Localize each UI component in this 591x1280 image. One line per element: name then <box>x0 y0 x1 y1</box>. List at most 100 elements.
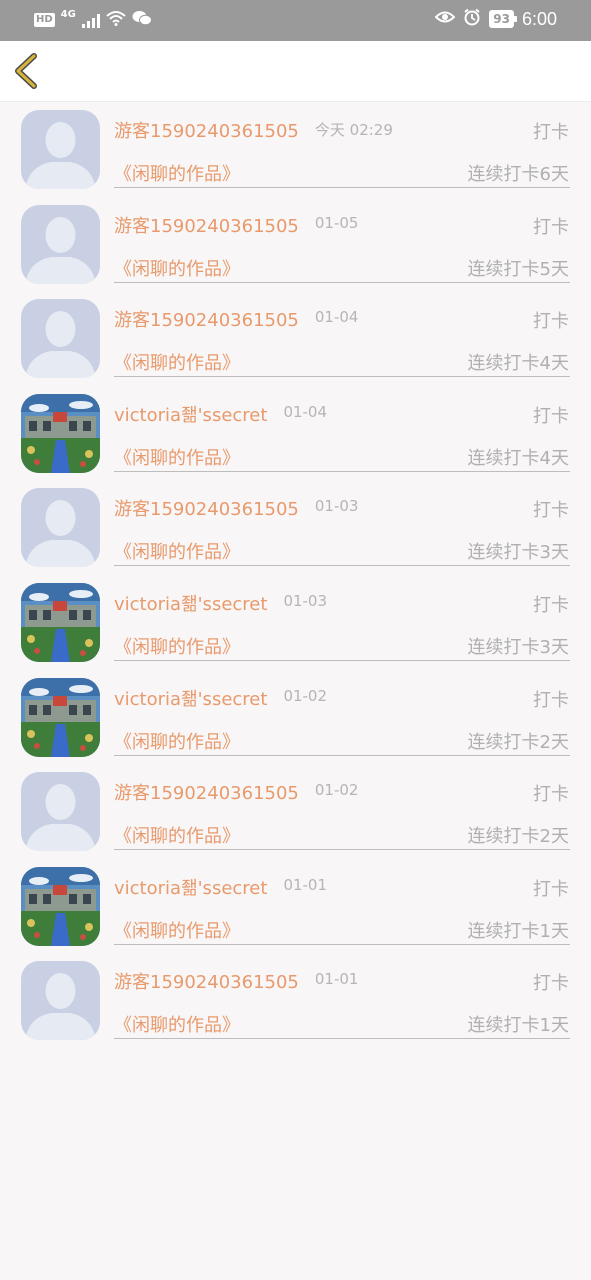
default-avatar-icon <box>21 961 100 1041</box>
user-name: victoria좲'ssecret <box>114 877 268 899</box>
checkin-date: 01-02 <box>314 781 359 800</box>
list-item[interactable]: 游客1590240361505 01-03 打卡 《闲聊的作品》 连续打卡3天 <box>0 480 591 575</box>
divider <box>114 659 570 661</box>
work-title[interactable]: 《闲聊的作品》 <box>114 538 240 564</box>
user-photo-avatar <box>21 393 100 473</box>
user-name: 游客1590240361505 <box>114 215 299 237</box>
work-title[interactable]: 《闲聊的作品》 <box>114 349 240 375</box>
work-title[interactable]: 《闲聊的作品》 <box>114 255 240 281</box>
checkin-label: 打卡 <box>533 311 569 333</box>
list-item[interactable]: victoria좲'ssecret 01-01 打卡 《闲聊的作品》 连续打卡1… <box>0 859 591 954</box>
streak-count: 连续打卡3天 <box>467 542 569 564</box>
default-avatar-icon <box>21 488 100 568</box>
list-item[interactable]: victoria좲'ssecret 01-02 打卡 《闲聊的作品》 连续打卡2… <box>0 670 591 765</box>
wechat-icon <box>132 10 152 30</box>
battery-indicator: 93 <box>489 10 517 28</box>
work-title[interactable]: 《闲聊的作品》 <box>114 633 240 659</box>
list-item[interactable]: 游客1590240361505 01-04 打卡 《闲聊的作品》 连续打卡4天 <box>0 291 591 386</box>
streak-count: 连续打卡2天 <box>467 826 569 848</box>
work-title[interactable]: 《闲聊的作品》 <box>114 1011 240 1037</box>
eye-icon <box>434 9 456 29</box>
default-avatar[interactable] <box>21 204 100 284</box>
default-avatar[interactable] <box>21 772 100 852</box>
list-item[interactable]: 游客1590240361505 01-01 打卡 《闲聊的作品》 连续打卡1天 <box>0 953 591 1048</box>
checkin-date: 01-02 <box>283 686 328 705</box>
work-title[interactable]: 《闲聊的作品》 <box>114 444 240 470</box>
streak-count: 连续打卡4天 <box>467 353 569 375</box>
streak-count: 连续打卡1天 <box>467 1015 569 1037</box>
user-name: 游客1590240361505 <box>114 121 299 142</box>
divider <box>114 470 570 472</box>
signal-icon <box>81 12 100 28</box>
streak-count: 连续打卡1天 <box>467 920 569 942</box>
status-bar: HD 4G 93 6:00 <box>0 0 591 41</box>
checkin-date: 01-05 <box>314 213 359 232</box>
user-photo-avatar <box>21 866 100 946</box>
checkin-label: 打卡 <box>533 973 569 995</box>
checkin-label: 打卡 <box>533 689 569 711</box>
list-item[interactable]: victoria좲'ssecret 01-03 打卡 《闲聊的作品》 连续打卡3… <box>0 575 591 670</box>
checkin-date: 01-01 <box>314 970 359 989</box>
checkin-label: 打卡 <box>533 878 569 900</box>
status-left: HD 4G <box>34 9 152 30</box>
user-photo-avatar <box>21 677 100 757</box>
user-name: victoria좲'ssecret <box>114 593 268 615</box>
user-photo[interactable] <box>21 393 100 473</box>
status-time: 6:00 <box>521 8 557 29</box>
work-title[interactable]: 《闲聊的作品》 <box>114 917 240 943</box>
list-item[interactable]: victoria좲'ssecret 01-04 打卡 《闲聊的作品》 连续打卡4… <box>0 386 591 481</box>
default-avatar-icon <box>21 110 100 189</box>
checkin-record-list: 游客1590240361505 今天 02:29 打卡 《闲聊的作品》 连续打卡… <box>0 102 591 1048</box>
checkin-date: 今天 02:29 <box>314 121 393 139</box>
user-name: victoria좲'ssecret <box>114 404 268 426</box>
checkin-label: 打卡 <box>533 122 569 143</box>
streak-count: 连续打卡4天 <box>467 447 569 469</box>
work-title[interactable]: 《闲聊的作品》 <box>114 728 240 754</box>
alarm-icon <box>463 8 481 30</box>
checkin-label: 打卡 <box>533 594 569 616</box>
checkin-label: 打卡 <box>533 500 569 522</box>
default-avatar-icon <box>21 772 100 852</box>
user-photo-avatar <box>21 582 100 662</box>
checkin-label: 打卡 <box>533 405 569 427</box>
divider <box>114 1038 570 1040</box>
streak-count: 连续打卡5天 <box>467 258 569 280</box>
chevron-left-icon <box>15 53 37 89</box>
default-avatar[interactable] <box>21 488 100 568</box>
checkin-label: 打卡 <box>533 784 569 806</box>
checkin-date: 01-01 <box>283 875 328 894</box>
default-avatar[interactable] <box>21 299 100 379</box>
checkin-date: 01-03 <box>314 497 359 516</box>
user-photo[interactable] <box>21 582 100 662</box>
user-photo[interactable] <box>21 866 100 946</box>
wifi-icon <box>106 10 126 30</box>
hd-badge: HD <box>34 13 55 27</box>
default-avatar[interactable] <box>21 961 100 1041</box>
default-avatar-icon <box>21 204 100 284</box>
user-photo[interactable] <box>21 677 100 757</box>
top-nav-bar <box>0 41 591 102</box>
checkin-label: 打卡 <box>533 216 569 238</box>
checkin-date: 01-03 <box>283 591 328 610</box>
divider <box>114 565 570 567</box>
default-avatar[interactable] <box>21 110 100 189</box>
user-name: victoria좲'ssecret <box>114 688 268 710</box>
default-avatar-icon <box>21 299 100 379</box>
back-button[interactable] <box>12 53 42 89</box>
user-name: 游客1590240361505 <box>114 310 299 332</box>
user-name: 游客1590240361505 <box>114 783 299 805</box>
streak-count: 连续打卡2天 <box>467 731 569 753</box>
status-right: 93 6:00 <box>434 8 557 30</box>
checkin-date: 01-04 <box>283 402 328 421</box>
list-item[interactable]: 游客1590240361505 01-02 打卡 《闲聊的作品》 连续打卡2天 <box>0 764 591 859</box>
list-item[interactable]: 游客1590240361505 今天 02:29 打卡 《闲聊的作品》 连续打卡… <box>0 102 591 197</box>
list-item[interactable]: 游客1590240361505 01-05 打卡 《闲聊的作品》 连续打卡5天 <box>0 197 591 292</box>
work-title[interactable]: 《闲聊的作品》 <box>114 822 240 848</box>
divider <box>114 281 570 283</box>
divider <box>114 376 570 378</box>
work-title[interactable]: 《闲聊的作品》 <box>114 160 240 186</box>
divider <box>114 754 570 756</box>
divider <box>114 849 570 851</box>
streak-count: 连续打卡6天 <box>467 164 569 185</box>
checkin-date: 01-04 <box>314 308 359 327</box>
